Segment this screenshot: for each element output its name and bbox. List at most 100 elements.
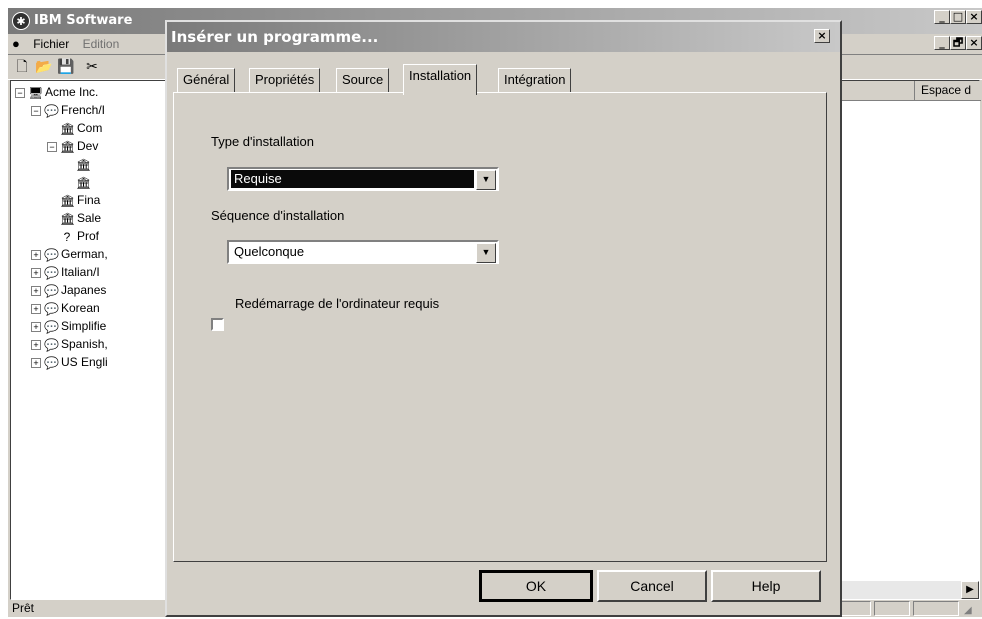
collapse-icon[interactable]: − <box>15 87 25 98</box>
department-icon: 🏛 <box>76 175 92 190</box>
tree-item[interactable]: + 💬 Japanes <box>31 281 106 299</box>
tree-item[interactable]: + 💬 German, <box>31 245 108 263</box>
tree-item[interactable]: 🏛 <box>63 155 93 173</box>
tree-item[interactable]: − 🏛 Dev <box>47 137 98 155</box>
department-icon: 🏛 <box>60 121 76 136</box>
install-sequence-label: Séquence d'installation <box>211 208 345 223</box>
tree-item[interactable]: 🏛 Com <box>47 119 102 137</box>
tree-item-label: German, <box>61 247 108 261</box>
install-type-label: Type d'installation <box>211 134 314 149</box>
expand-icon[interactable]: + <box>31 267 41 278</box>
tree-item-label: Acme Inc. <box>45 85 99 99</box>
tab-properties[interactable]: Propriétés <box>249 68 321 93</box>
tree-item-label: Korean <box>61 301 100 315</box>
help-button[interactable]: Help <box>711 570 821 602</box>
tree-item-label: Simplifie <box>61 319 107 333</box>
ok-button[interactable]: OK <box>479 570 593 602</box>
tab-integration[interactable]: Intégration <box>498 68 572 93</box>
tab-general[interactable]: Général <box>177 68 236 93</box>
minimize-button[interactable]: _ <box>934 10 950 24</box>
reboot-required-label[interactable]: Redémarrage de l'ordinateur requis <box>235 296 439 311</box>
tree-item-label: Com <box>77 121 103 135</box>
tree-item-label: Spanish, <box>61 337 108 351</box>
department-icon: 🏛 <box>60 139 76 154</box>
tree-item-label: Italian/I <box>61 265 100 279</box>
install-sequence-select[interactable]: Quelconque ▼ <box>227 240 499 264</box>
unknown-item-icon: ? <box>63 229 71 244</box>
collapse-icon[interactable]: − <box>31 105 41 116</box>
tree-item-label: US Engli <box>61 355 108 369</box>
save-icon[interactable]: 💾 <box>56 57 76 77</box>
tree-item-label: Fina <box>77 193 101 207</box>
resize-grip-icon[interactable]: ◢ <box>964 602 978 616</box>
app-logo-icon: ✱ <box>12 12 30 30</box>
expand-icon[interactable]: + <box>31 285 41 296</box>
dialog-title: Insérer un programme... <box>171 28 379 46</box>
new-icon[interactable]: 🗋 <box>12 57 32 77</box>
column-header[interactable]: Espace d <box>834 81 981 101</box>
document-icon: ● <box>12 36 20 51</box>
department-icon: 🏛 <box>60 193 76 208</box>
tab-source[interactable]: Source <box>336 68 390 93</box>
horizontal-scrollbar[interactable]: ▶ <box>834 581 979 599</box>
tree-item[interactable]: − 🖥 Acme Inc. <box>15 83 98 101</box>
status-panel <box>841 601 871 616</box>
language-group-icon: 💬 <box>44 103 59 118</box>
language-group-icon: 💬 <box>44 337 59 352</box>
cut-icon[interactable]: ✂ <box>82 57 102 77</box>
tree-item[interactable]: + 💬 Korean <box>31 299 100 317</box>
main-title: IBM Software <box>34 13 133 28</box>
department-icon: 🖥 <box>28 85 44 100</box>
menu-file[interactable]: Fichier <box>33 37 69 51</box>
tree-item[interactable]: 🏛 Fina <box>47 191 100 209</box>
expand-icon[interactable]: + <box>31 303 41 314</box>
tree-item-label: Sale <box>77 211 102 225</box>
menu-edit[interactable]: Edition <box>83 37 120 51</box>
close-button[interactable]: × <box>966 10 982 24</box>
chevron-down-icon[interactable]: ▼ <box>476 243 496 263</box>
chevron-down-icon[interactable]: ▼ <box>476 170 496 190</box>
tree-item-label: Prof <box>77 229 100 243</box>
collapse-icon[interactable]: − <box>47 141 57 152</box>
column-header-label: Espace d <box>914 81 971 100</box>
expand-icon[interactable]: + <box>31 357 41 368</box>
insert-program-dialog: Insérer un programme... × Général Propri… <box>165 20 842 617</box>
expand-icon[interactable]: + <box>31 249 41 260</box>
installation-panel <box>173 92 827 562</box>
scroll-right-arrow-icon[interactable]: ▶ <box>961 581 979 599</box>
tree-item[interactable]: + 💬 Simplifie <box>31 317 106 335</box>
status-text: Prêt <box>12 601 35 615</box>
language-group-icon: 💬 <box>44 319 59 334</box>
tree-item-label: French/I <box>61 103 106 117</box>
maximize-button[interactable]: □ <box>950 10 966 24</box>
install-sequence-value: Quelconque <box>234 244 305 259</box>
open-icon[interactable]: 📂 <box>34 57 54 77</box>
language-group-icon: 💬 <box>44 301 59 316</box>
expand-icon[interactable]: + <box>31 321 41 332</box>
tree-item-label: Dev <box>77 139 99 153</box>
dialog-close-button[interactable]: × <box>814 29 830 43</box>
language-group-icon: 💬 <box>44 283 59 298</box>
language-group-icon: 💬 <box>44 247 59 262</box>
language-group-icon: 💬 <box>44 265 59 280</box>
install-type-value: Requise <box>231 170 474 188</box>
tree-item[interactable]: 🏛 Sale <box>47 209 101 227</box>
department-icon: 🏛 <box>76 157 92 172</box>
tree-item[interactable]: + 💬 Spanish, <box>31 335 108 353</box>
tree-item[interactable]: 🏛 <box>63 173 93 191</box>
cancel-button[interactable]: Cancel <box>597 570 707 602</box>
dialog-title-bar: Insérer un programme... <box>167 22 840 52</box>
tab-installation[interactable]: Installation <box>403 64 478 95</box>
tree-item[interactable]: − 💬 French/I <box>31 101 105 119</box>
tree-item[interactable]: + 💬 US Engli <box>31 353 108 371</box>
install-type-select[interactable]: Requise ▼ <box>227 167 499 191</box>
tree-item[interactable]: ? Prof <box>47 227 99 245</box>
reboot-required-checkbox[interactable] <box>211 318 224 331</box>
tree-item-label: Japanes <box>61 283 107 297</box>
expand-icon[interactable]: + <box>31 339 41 350</box>
status-panel <box>913 601 959 616</box>
tree-view: − 🖥 Acme Inc. − 💬 French/I 🏛 Com − 🏛 Dev 🏛 🏛 🏛 Fina 🏛 Sa… <box>10 80 166 600</box>
status-panel <box>874 601 910 616</box>
tree-item[interactable]: + 💬 Italian/I <box>31 263 100 281</box>
details-list: Espace d ▶ <box>833 80 981 600</box>
